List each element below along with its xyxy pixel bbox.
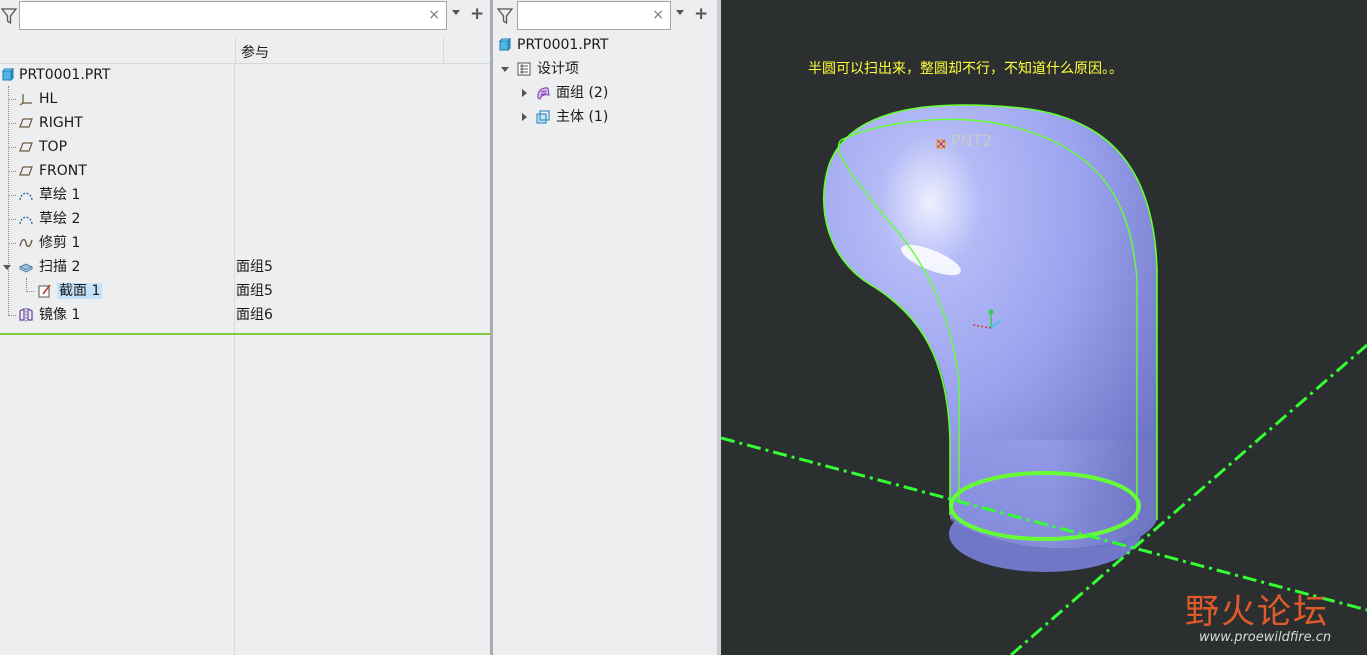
model-tree-panel: × + 参与 PRT0001.PRT HL RIGHT TOP FRONT 草绘…: [0, 0, 490, 655]
tree-item-label: 扫描 2: [39, 259, 81, 275]
tree-item-front[interactable]: FRONT: [0, 159, 490, 183]
design-items-panel: × + PRT0001.PRT 设计项 面组 (2) 主体 (1): [493, 0, 717, 655]
quilt-icon: [537, 87, 550, 100]
tree-item-mirror-1[interactable]: 镜像 1 面组6: [0, 303, 490, 327]
design-items-icon: [517, 62, 531, 76]
watermark-url: www.proewildfire.cn: [1199, 630, 1332, 645]
selected-label: 截面 1: [57, 283, 103, 299]
sketch-icon: [19, 216, 33, 225]
model-canvas: [721, 104, 1367, 655]
sketch-icon: [19, 192, 33, 201]
chevron-down-icon[interactable]: [501, 67, 509, 72]
mid-search-input[interactable]: ×: [517, 1, 671, 30]
part-icon: [1, 68, 14, 82]
tree-item-sweep-2[interactable]: 扫描 2 面组5: [0, 255, 490, 279]
tree-item-label: 草绘 2: [39, 211, 81, 227]
chevron-down-icon[interactable]: [676, 10, 684, 15]
tree-column-header: 参与: [0, 38, 490, 64]
chevron-right-icon[interactable]: [522, 89, 527, 97]
insert-indicator: [0, 333, 490, 335]
tree-item-top[interactable]: TOP: [0, 135, 490, 159]
clear-icon[interactable]: ×: [652, 6, 664, 24]
tree-item-label: 草绘 1: [39, 187, 81, 203]
chevron-down-icon[interactable]: [452, 10, 460, 15]
tree-item-part[interactable]: PRT0001.PRT: [0, 63, 490, 87]
column-participate-label: 参与: [241, 45, 269, 61]
tree-item-right[interactable]: RIGHT: [0, 111, 490, 135]
datum-plane-icon: [19, 166, 33, 176]
annotation-text: 半圆可以扫出来，整圆却不行，不知道什么原因。。: [808, 61, 1123, 77]
tree-item-value: 面组5: [236, 283, 273, 299]
tree-item-value: 面组6: [236, 307, 273, 323]
tree-item-label: 修剪 1: [39, 235, 81, 251]
datum-plane-icon: [19, 118, 33, 128]
tree-item-label: 镜像 1: [39, 307, 81, 323]
design-tree-quilts[interactable]: 面组 (2): [493, 81, 717, 105]
point-label: PNT2: [951, 131, 993, 150]
tree-item-label: PRT0001.PRT: [517, 37, 609, 53]
forum-watermark: 野火论坛 www.proewildfire.cn: [1181, 580, 1367, 655]
tree-item-label: PRT0001.PRT: [19, 67, 111, 83]
filter-icon[interactable]: [1, 7, 17, 25]
left-search-input[interactable]: ×: [19, 1, 447, 30]
left-search-row: × +: [0, 0, 490, 34]
tree-item-label: 设计项: [537, 61, 579, 77]
body-icon: [536, 110, 550, 124]
graphics-viewport[interactable]: 半圆可以扫出来，整圆却不行，不知道什么原因。。 PNT2 野火论坛 www.pr…: [721, 0, 1367, 655]
design-tree-bodies[interactable]: 主体 (1): [493, 105, 717, 129]
tree-item-hl[interactable]: HL: [0, 87, 490, 111]
tree-item-sketch-1[interactable]: 草绘 1: [0, 183, 490, 207]
tree-item-label: 主体 (1): [556, 109, 609, 125]
tree-item-label: TOP: [39, 139, 68, 155]
datum-plane-icon: [19, 142, 33, 152]
section-icon: [38, 284, 51, 298]
filter-icon[interactable]: [497, 7, 513, 25]
csys-icon: [19, 94, 32, 106]
tree-item-label: 面组 (2): [556, 85, 609, 101]
trim-icon: [19, 238, 33, 248]
tree-item-label: 截面 1: [57, 279, 103, 303]
mirror-icon: [19, 308, 33, 322]
tree-item-label: RIGHT: [39, 115, 83, 131]
chevron-down-icon[interactable]: [3, 265, 11, 270]
tree-item-sketch-2[interactable]: 草绘 2: [0, 207, 490, 231]
chevron-right-icon[interactable]: [522, 113, 527, 121]
tree-item-value: 面组5: [236, 259, 273, 275]
design-tree-items[interactable]: 设计项: [493, 57, 717, 81]
tree-item-label: HL: [39, 91, 58, 107]
clear-icon[interactable]: ×: [428, 6, 440, 24]
add-icon[interactable]: +: [694, 5, 708, 23]
tree-item-section-1[interactable]: 截面 1 面组5: [0, 279, 490, 303]
tree-item-trim-1[interactable]: 修剪 1: [0, 231, 490, 255]
mid-search-row: × +: [493, 0, 717, 34]
watermark-title: 野火论坛: [1185, 592, 1329, 632]
design-tree-part[interactable]: PRT0001.PRT: [493, 33, 717, 57]
tree-item-label: FRONT: [39, 163, 87, 179]
part-icon: [498, 38, 511, 52]
add-icon[interactable]: +: [470, 5, 484, 23]
sweep-icon: [19, 263, 33, 273]
column-participate[interactable]: 参与: [235, 38, 444, 63]
